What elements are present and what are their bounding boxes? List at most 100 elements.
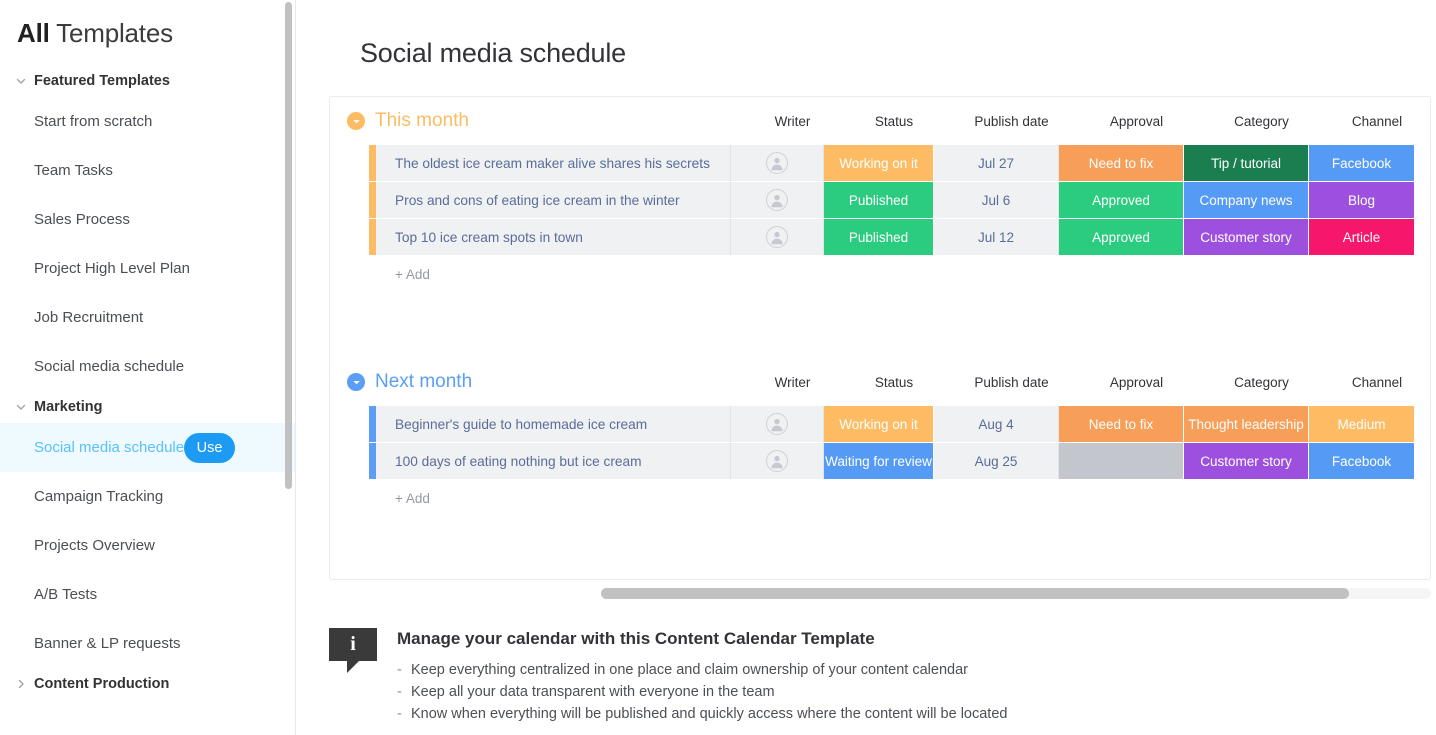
sidebar-item-social-media-schedule[interactable]: Social media schedule Use: [0, 423, 295, 472]
collapse-circle-icon[interactable]: [347, 373, 365, 391]
row-approval-badge[interactable]: Approved: [1059, 182, 1184, 218]
table-row[interactable]: The oldest ice cream maker alive shares …: [369, 145, 1430, 181]
row-writer[interactable]: [731, 443, 824, 479]
row-title[interactable]: Top 10 ice cream spots in town: [376, 219, 731, 255]
table-row[interactable]: Beginner's guide to homemade ice cream W…: [369, 406, 1430, 442]
row-writer[interactable]: [731, 406, 824, 442]
group-header: Next month Writer Status Publish date Ap…: [330, 358, 1430, 406]
row-status-badge[interactable]: Waiting for review: [824, 443, 934, 479]
sidebar-item-label: Project High Level Plan: [34, 260, 190, 277]
group-rows: The oldest ice cream maker alive shares …: [330, 145, 1430, 292]
table-row[interactable]: Pros and cons of eating ice cream in the…: [369, 182, 1430, 218]
group-spacer: [330, 292, 1430, 358]
column-header-status[interactable]: Status: [839, 114, 949, 129]
add-item-row[interactable]: + Add: [369, 256, 1430, 292]
info-bullet: Know when everything will be published a…: [397, 703, 1007, 725]
row-writer[interactable]: [731, 219, 824, 255]
column-header-status[interactable]: Status: [839, 375, 949, 390]
sidebar-group-label: Marketing: [34, 399, 103, 415]
row-channel-badge[interactable]: Facebook: [1309, 145, 1415, 181]
row-writer[interactable]: [731, 182, 824, 218]
column-header-publish-date[interactable]: Publish date: [949, 375, 1074, 390]
add-item-row[interactable]: + Add: [369, 480, 1430, 516]
sidebar-item-banner-lp-requests[interactable]: Banner & LP requests: [0, 619, 295, 668]
column-header-publish-date[interactable]: Publish date: [949, 114, 1074, 129]
row-category-badge[interactable]: Tip / tutorial: [1184, 145, 1309, 181]
sidebar-item-start-from-scratch[interactable]: Start from scratch: [0, 97, 295, 146]
sidebar-item-campaign-tracking[interactable]: Campaign Tracking: [0, 472, 295, 521]
info-bullet: Keep all your data transparent with ever…: [397, 681, 1007, 703]
collapse-circle-icon[interactable]: [347, 112, 365, 130]
table-row[interactable]: Top 10 ice cream spots in town Published…: [369, 219, 1430, 255]
sidebar-item-sales-process[interactable]: Sales Process: [0, 195, 295, 244]
row-status-badge[interactable]: Working on it: [824, 406, 934, 442]
sidebar-item-label: Start from scratch: [34, 113, 152, 130]
group-title[interactable]: Next month: [375, 371, 472, 393]
column-header-writer[interactable]: Writer: [746, 375, 839, 390]
row-publish-date[interactable]: Jul 27: [934, 145, 1059, 181]
column-header-approval[interactable]: Approval: [1074, 375, 1199, 390]
row-approval-badge[interactable]: [1059, 443, 1184, 479]
sidebar-scrollbar[interactable]: [285, 0, 292, 735]
row-approval-badge[interactable]: Need to fix: [1059, 406, 1184, 442]
sidebar-group-label: Featured Templates: [34, 73, 170, 89]
row-color-bar: [369, 443, 376, 479]
row-publish-date[interactable]: Aug 25: [934, 443, 1059, 479]
row-channel-badge[interactable]: Blog: [1309, 182, 1415, 218]
group-header: This month Writer Status Publish date Ap…: [330, 97, 1430, 145]
column-header-approval[interactable]: Approval: [1074, 114, 1199, 129]
column-header-category[interactable]: Category: [1199, 375, 1324, 390]
sidebar-item-label: Projects Overview: [34, 537, 155, 554]
column-header-writer[interactable]: Writer: [746, 114, 839, 129]
sidebar-item-label: Team Tasks: [34, 162, 113, 179]
row-category-badge[interactable]: Thought leadership: [1184, 406, 1309, 442]
sidebar-group-featured-templates[interactable]: Featured Templates: [0, 65, 295, 97]
column-header-category[interactable]: Category: [1199, 114, 1324, 129]
add-item-label[interactable]: + Add: [376, 267, 430, 282]
sidebar-group-content-production[interactable]: Content Production: [0, 668, 295, 700]
row-channel-badge[interactable]: Article: [1309, 219, 1415, 255]
row-publish-date[interactable]: Aug 4: [934, 406, 1059, 442]
row-status-badge[interactable]: Working on it: [824, 145, 934, 181]
group-title[interactable]: This month: [375, 110, 469, 132]
row-status-badge[interactable]: Published: [824, 219, 934, 255]
row-writer[interactable]: [731, 145, 824, 181]
row-category-badge[interactable]: Customer story: [1184, 443, 1309, 479]
board-group-next-month: Next month Writer Status Publish date Ap…: [330, 358, 1430, 516]
chevron-down-icon: [14, 400, 28, 414]
sidebar-item-job-recruitment[interactable]: Job Recruitment: [0, 293, 295, 342]
column-header-channel[interactable]: Channel: [1324, 114, 1430, 129]
column-header-channel[interactable]: Channel: [1324, 375, 1430, 390]
row-approval-badge[interactable]: Approved: [1059, 219, 1184, 255]
avatar-icon: [766, 189, 788, 211]
add-item-label[interactable]: + Add: [376, 491, 430, 506]
table-row[interactable]: 100 days of eating nothing but ice cream…: [369, 443, 1430, 479]
sidebar-item-ab-tests[interactable]: A/B Tests: [0, 570, 295, 619]
sidebar-item-social-media-schedule-featured[interactable]: Social media schedule: [0, 342, 295, 391]
info-bubble-icon: i: [329, 628, 377, 661]
use-template-button[interactable]: Use: [184, 433, 235, 463]
sidebar-item-project-high-level-plan[interactable]: Project High Level Plan: [0, 244, 295, 293]
column-headers: Writer Status Publish date Approval Cate…: [746, 375, 1430, 390]
row-color-bar: [369, 406, 376, 442]
row-category-badge[interactable]: Customer story: [1184, 219, 1309, 255]
board-horizontal-scrollbar[interactable]: [601, 588, 1431, 599]
chevron-down-icon: [14, 74, 28, 88]
row-publish-date[interactable]: Jul 6: [934, 182, 1059, 218]
row-publish-date[interactable]: Jul 12: [934, 219, 1059, 255]
row-status-badge[interactable]: Published: [824, 182, 934, 218]
sidebar-item-projects-overview[interactable]: Projects Overview: [0, 521, 295, 570]
row-title[interactable]: Beginner's guide to homemade ice cream: [376, 406, 731, 442]
row-title[interactable]: 100 days of eating nothing but ice cream: [376, 443, 731, 479]
row-title[interactable]: The oldest ice cream maker alive shares …: [376, 145, 731, 181]
sidebar-scrollbar-thumb[interactable]: [285, 2, 292, 489]
board-horizontal-scrollbar-thumb[interactable]: [601, 588, 1349, 599]
row-channel-badge[interactable]: Medium: [1309, 406, 1415, 442]
row-category-badge[interactable]: Company news: [1184, 182, 1309, 218]
sidebar-group-marketing[interactable]: Marketing: [0, 391, 295, 423]
info-bullet: Keep everything centralized in one place…: [397, 659, 1007, 681]
sidebar-item-team-tasks[interactable]: Team Tasks: [0, 146, 295, 195]
row-title[interactable]: Pros and cons of eating ice cream in the…: [376, 182, 731, 218]
row-channel-badge[interactable]: Facebook: [1309, 443, 1415, 479]
row-approval-badge[interactable]: Need to fix: [1059, 145, 1184, 181]
